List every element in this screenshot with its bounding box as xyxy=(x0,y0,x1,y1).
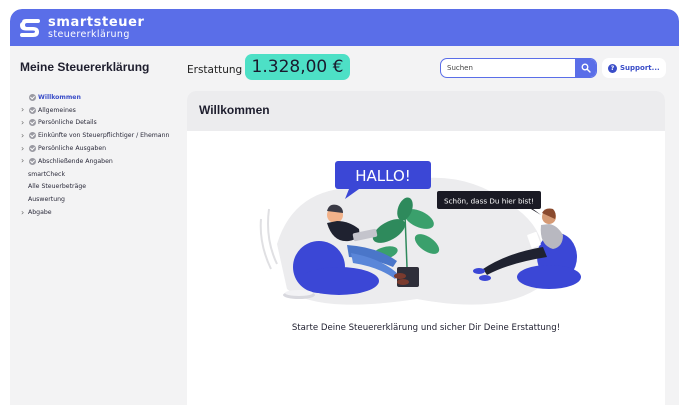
search-box xyxy=(440,58,597,78)
sidebar-item-label: Alle Steuerbeträge xyxy=(28,183,87,191)
brand-logo-icon[interactable] xyxy=(19,18,41,38)
chevron-right-icon[interactable]: › xyxy=(21,144,27,153)
check-circle-icon xyxy=(29,132,36,140)
support-label: Support... xyxy=(620,64,660,72)
search-icon xyxy=(581,63,591,73)
chevron-right-icon[interactable]: › xyxy=(21,131,27,140)
chevron-right-icon[interactable]: › xyxy=(21,157,27,165)
sidebar-item-allgemeines[interactable]: › Allgemeines xyxy=(20,104,185,117)
app-frame: smartsteuer steuererklärung Meine Steuer… xyxy=(10,9,679,405)
sidebar-item-label: Abgabe xyxy=(28,209,52,217)
card-title: Willkommen xyxy=(187,91,665,131)
sidebar-item-smartcheck[interactable]: smartCheck xyxy=(20,168,185,181)
sidebar-item-auswertung[interactable]: Auswertung xyxy=(20,193,185,206)
search-input[interactable] xyxy=(441,59,577,77)
support-button[interactable]: ? Support... xyxy=(602,58,666,78)
sidebar-item-label: Persönliche Details xyxy=(38,119,97,127)
hello-bubble-text: HALLO! xyxy=(355,167,411,185)
welcome-illustration: HALLO! Schön, dass Du hier bist! xyxy=(259,161,581,305)
top-bar: smartsteuer steuererklärung xyxy=(10,9,679,46)
search-button[interactable] xyxy=(575,59,596,77)
sidebar-nav: Willkommen › Allgemeines › Persönliche D… xyxy=(20,91,185,219)
sidebar-item-label: Abschließende Angaben xyxy=(38,157,113,165)
check-circle-icon xyxy=(29,106,36,114)
sidebar-item-label: smartCheck xyxy=(28,170,66,178)
welcome-card: Willkommen HALLO! Schön, dass Du hier bi… xyxy=(187,91,665,405)
sidebar-item-persoenliche-details[interactable]: › Persönliche Details xyxy=(20,117,185,130)
page-title: Meine Steuererklärung xyxy=(20,60,150,74)
brand-name[interactable]: smartsteuer xyxy=(48,16,145,30)
sidebar-item-label: Auswertung xyxy=(28,196,65,204)
welcome-tagline: Starte Deine Steuererklärung und sicher … xyxy=(291,323,561,333)
check-circle-icon xyxy=(29,119,36,127)
help-icon: ? xyxy=(608,63,617,73)
refund-label: Erstattung xyxy=(187,64,243,76)
sidebar-item-abschliessende-angaben[interactable]: › Abschließende Angaben xyxy=(20,155,185,168)
check-circle-icon xyxy=(29,145,36,153)
chevron-right-icon[interactable]: › xyxy=(21,118,27,127)
reply-bubble-text: Schön, dass Du hier bist! xyxy=(444,197,534,206)
sidebar-item-abgabe[interactable]: › Abgabe xyxy=(20,206,185,219)
sidebar-item-label: Allgemeines xyxy=(38,106,76,114)
sidebar-item-willkommen[interactable]: Willkommen xyxy=(20,91,185,104)
refund-amount-badge: 1.328,00 € xyxy=(245,54,350,80)
sidebar-item-einkuenfte[interactable]: › Einkünfte von Steuerpflichtiger / Ehem… xyxy=(20,129,185,142)
sidebar-item-label: Persönliche Ausgaben xyxy=(38,145,107,153)
sidebar-item-alle-steuerbetraege[interactable]: Alle Steuerbeträge xyxy=(20,181,185,194)
chevron-right-icon[interactable]: › xyxy=(21,208,27,217)
check-circle-icon xyxy=(29,93,36,101)
sidebar-item-persoenliche-ausgaben[interactable]: › Persönliche Ausgaben xyxy=(20,142,185,155)
sidebar-item-label: Einkünfte von Steuerpflichtiger / Eheman… xyxy=(38,132,170,140)
sidebar-item-label: Willkommen xyxy=(38,93,81,101)
brand-subtitle: steuererklärung xyxy=(48,29,130,40)
chevron-right-icon[interactable]: › xyxy=(21,106,27,114)
check-circle-icon xyxy=(29,157,36,165)
